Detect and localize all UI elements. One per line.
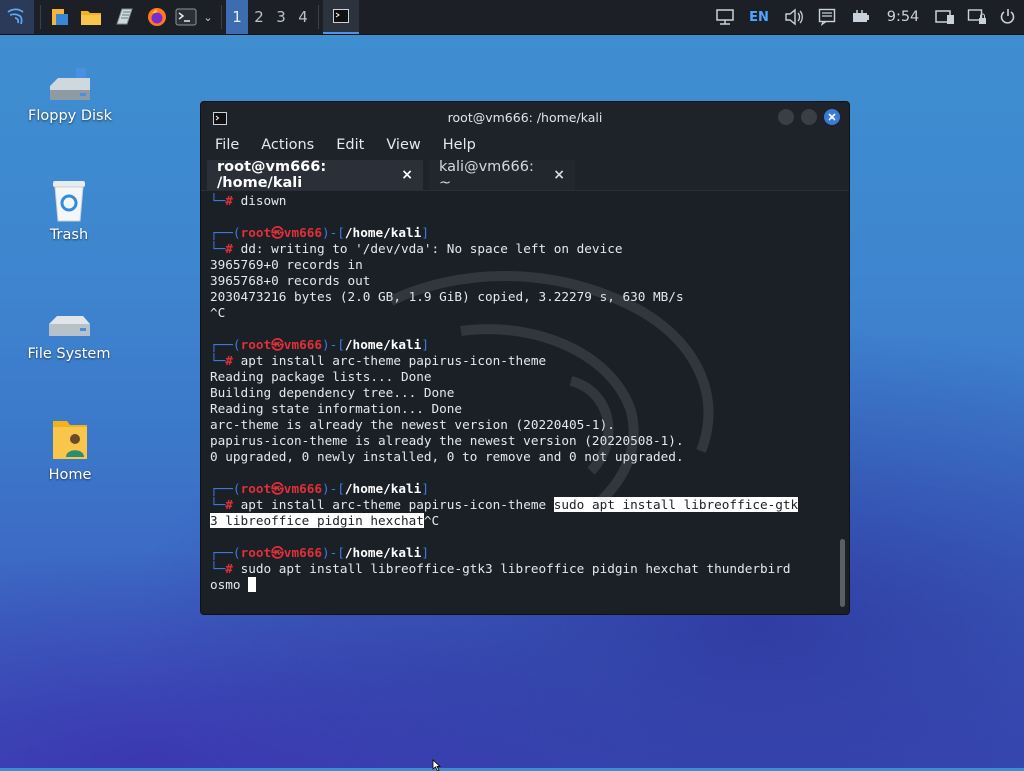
minimize-button[interactable]	[778, 109, 794, 125]
tab-bar: root@vm666: /home/kali × kali@vm666: ~ ×	[201, 158, 849, 191]
menu-edit[interactable]: Edit	[336, 137, 364, 153]
terminal-line: 3965769+0 records in	[210, 257, 363, 272]
prompt-user: root㉿vm666	[240, 337, 322, 352]
close-icon	[828, 113, 836, 121]
window-titlebar[interactable]: root@vm666: /home/kali	[201, 102, 849, 132]
terminal-line: sudo apt install libreoffice-gtk3 libreo…	[240, 561, 791, 576]
workspace-1-button[interactable]: 1	[226, 0, 248, 34]
network-wired-icon	[716, 9, 734, 25]
file-manager-button[interactable]	[75, 0, 107, 34]
launcher-dropdown-button[interactable]: ⌄	[199, 0, 217, 34]
tab-label: kali@vm666: ~	[439, 159, 534, 191]
prompt-user: root㉿vm666	[240, 545, 322, 560]
tab-kali-shell[interactable]: kali@vm666: ~ ×	[429, 159, 575, 191]
terminal-line: osmo	[210, 577, 249, 592]
floppy-disk-icon	[50, 68, 90, 100]
panel-separator	[318, 5, 319, 29]
tab-close-icon[interactable]: ×	[553, 167, 565, 183]
battery-plugged-icon	[853, 10, 869, 22]
menu-view[interactable]: View	[386, 137, 420, 153]
panel-separator	[40, 5, 41, 29]
keyboard-layout-indicator[interactable]: EN	[740, 0, 778, 34]
menu-help[interactable]: Help	[443, 137, 476, 153]
prompt-user: root㉿vm666	[240, 225, 322, 240]
terminal-icon	[175, 8, 197, 26]
desktop-icon-file-system[interactable]: File System	[24, 312, 114, 362]
desktop-icon-home[interactable]: Home	[25, 417, 115, 483]
workspace-4-button[interactable]: 4	[292, 0, 314, 34]
desktop-icon-trash[interactable]: Trash	[24, 179, 114, 243]
screen-lock-button[interactable]	[962, 0, 992, 34]
desktop-icon-floppy-disk[interactable]: Floppy Disk	[25, 64, 115, 124]
power-manager-button[interactable]	[844, 0, 878, 34]
volume-button[interactable]	[778, 0, 810, 34]
tab-close-icon[interactable]: ×	[401, 167, 413, 183]
terminal-line: 3965768+0 records out	[210, 273, 371, 288]
panel-separator	[221, 5, 222, 29]
terminal-launcher-button[interactable]	[173, 0, 199, 34]
terminal-line: dd: writing to '/dev/vda': No space left…	[240, 241, 623, 256]
notifications-button[interactable]	[810, 0, 844, 34]
tab-root-shell[interactable]: root@vm666: /home/kali ×	[207, 159, 423, 191]
system-tray: EN 9:54	[710, 0, 1024, 34]
prompt-path: /home/kali	[344, 225, 422, 240]
firefox-button[interactable]	[141, 0, 173, 34]
menu-bar: File Actions Edit View Help	[201, 132, 849, 158]
terminal-line: ^C	[210, 305, 226, 320]
menu-actions[interactable]: Actions	[261, 137, 314, 153]
home-folder-icon	[53, 421, 87, 459]
terminal-scrollbar[interactable]	[840, 539, 845, 607]
network-button[interactable]	[710, 0, 740, 34]
desktop-icon-label: Trash	[49, 227, 89, 243]
terminal-icon	[333, 9, 349, 23]
drive-icon	[49, 316, 90, 336]
window-title: root@vm666: /home/kali	[447, 110, 603, 125]
display-settings-button[interactable]	[928, 0, 962, 34]
folder-icon	[81, 11, 101, 25]
terminal-line: disown	[240, 193, 287, 208]
lock-screen-icon	[967, 9, 986, 24]
top-panel: ⌄ 1 2 3 4 EN 9:54	[0, 0, 1024, 35]
notification-icon	[818, 8, 836, 26]
text-cursor	[248, 577, 257, 592]
workspace-3-button[interactable]: 3	[270, 0, 292, 34]
kali-menu-button[interactable]	[0, 0, 34, 34]
mouse-pointer-icon	[432, 759, 442, 771]
clock[interactable]: 9:54	[878, 0, 928, 34]
prompt-user: root㉿vm666	[240, 481, 322, 496]
power-icon	[1000, 9, 1015, 24]
workspace-2-button[interactable]: 2	[248, 0, 270, 34]
text-editor-button[interactable]	[107, 0, 141, 34]
tab-label: root@vm666: /home/kali	[217, 159, 327, 191]
desktop-icon-label: Home	[48, 467, 92, 483]
volume-icon	[785, 8, 803, 26]
menu-file[interactable]: File	[215, 137, 239, 153]
show-desktop-icon	[52, 9, 68, 25]
terminal-window: root@vm666: /home/kali File Actions Edit…	[200, 101, 850, 615]
desktop-icon-label: File System	[27, 346, 111, 362]
show-desktop-button[interactable]	[45, 0, 75, 34]
close-button[interactable]	[824, 109, 840, 125]
trash-icon	[53, 181, 85, 222]
desktop-icon-label: Floppy Disk	[28, 108, 112, 124]
kali-dragon-watermark	[388, 271, 714, 505]
taskbar-terminal-window[interactable]	[323, 0, 359, 34]
display-icon	[935, 10, 954, 24]
maximize-button[interactable]	[801, 109, 817, 125]
firefox-icon	[148, 8, 166, 26]
kali-dragon-icon	[7, 8, 24, 25]
prompt-path: /home/kali	[344, 545, 422, 560]
text-editor-icon	[116, 8, 133, 25]
chevron-down-icon: ⌄	[203, 10, 213, 24]
terminal-output[interactable]: └─# disown ┌──(root㉿vm666)-[/home/kali] …	[201, 191, 849, 614]
logout-button[interactable]	[992, 0, 1024, 34]
